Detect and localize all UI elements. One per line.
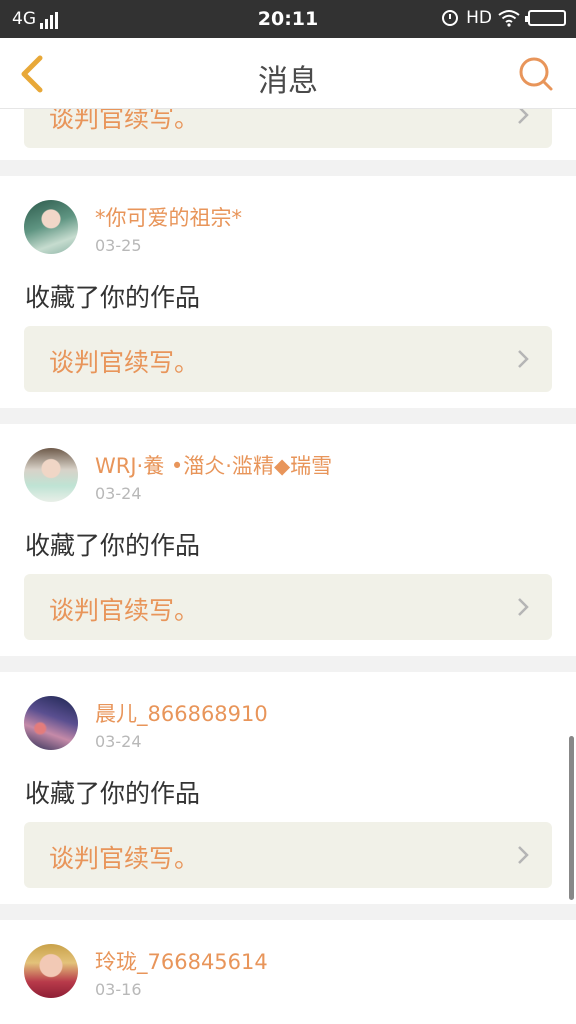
work-title: 谈判官续写。 [49, 348, 200, 377]
work-title: 谈判官续写。 [49, 596, 200, 625]
work-link[interactable]: 谈判官续写。 [24, 326, 552, 392]
avatar[interactable] [24, 448, 78, 502]
work-link[interactable]: 谈判官续写。 [24, 574, 552, 640]
scrollbar[interactable] [569, 736, 574, 900]
search-icon[interactable] [516, 54, 556, 94]
work-title: 谈判官续写。 [49, 844, 200, 873]
avatar[interactable] [24, 696, 78, 750]
user-name[interactable]: 玲珑_766845614 [95, 946, 268, 976]
chevron-right-icon [518, 350, 529, 368]
user-name[interactable]: WRJ·養 •湽仌·滥精◆瑞雪 [95, 450, 332, 480]
avatar[interactable] [24, 200, 78, 254]
page-title: 消息 [258, 64, 318, 99]
message-date: 03-24 [95, 484, 142, 503]
message-date: 03-24 [95, 732, 142, 751]
action-text: 收藏了你的作品 [25, 779, 201, 808]
action-text: 收藏了你的作品 [25, 283, 201, 312]
work-link[interactable]: 谈判官续写。 [24, 822, 552, 888]
user-name[interactable]: *你可爱的祖宗* [95, 202, 242, 232]
chevron-right-icon [518, 846, 529, 864]
action-text: 收藏了你的作品 [25, 531, 201, 560]
user-name[interactable]: 晨儿_866868910 [95, 698, 268, 728]
message-list: 谈判官续写。 *你可爱的祖宗* 03-25 收藏了你的作品 谈判官续写。 WRJ… [0, 0, 576, 1024]
message-card: 玲珑_766845614 03-16 [0, 920, 576, 1024]
nav-bar: 消息 [0, 38, 576, 109]
avatar[interactable] [24, 944, 78, 998]
message-date: 03-25 [95, 236, 142, 255]
message-card: *你可爱的祖宗* 03-25 收藏了你的作品 谈判官续写。 [0, 176, 576, 408]
message-date: 03-16 [95, 980, 142, 999]
chevron-right-icon [518, 598, 529, 616]
message-card: WRJ·養 •湽仌·滥精◆瑞雪 03-24 收藏了你的作品 谈判官续写。 [0, 424, 576, 656]
message-card: 晨儿_866868910 03-24 收藏了你的作品 谈判官续写。 [0, 672, 576, 904]
